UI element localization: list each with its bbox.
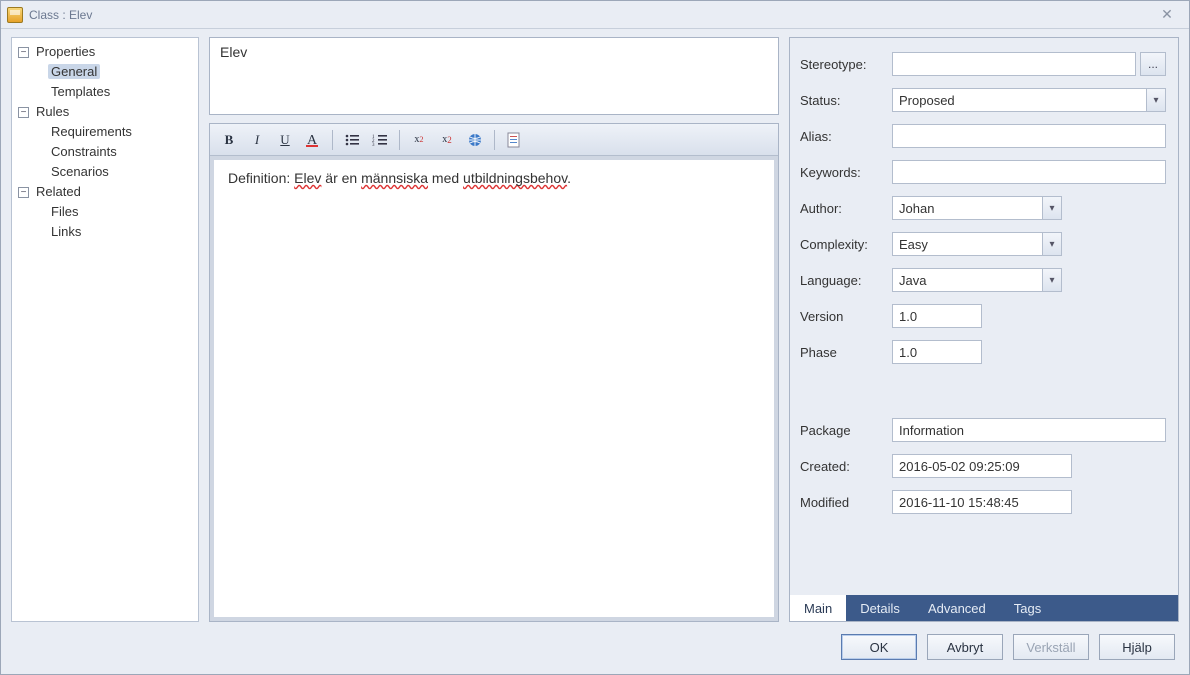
package-label: Package [800, 423, 886, 438]
nav-tree[interactable]: −Properties General Templates −Rules Req… [11, 37, 199, 622]
editor-textarea[interactable]: Definition: Elev är en männsiska med utb… [213, 159, 775, 618]
svg-text:3: 3 [372, 143, 375, 147]
bullet-list-button[interactable] [339, 128, 365, 152]
tree-node-scenarios[interactable]: Scenarios [32, 162, 196, 182]
tab-tags[interactable]: Tags [1000, 595, 1055, 621]
tree-label: Related [33, 184, 84, 199]
keywords-label: Keywords: [800, 165, 886, 180]
chevron-down-icon: ▾ [1146, 88, 1166, 112]
close-button[interactable]: ✕ [1151, 5, 1183, 25]
hyperlink-button[interactable] [462, 128, 488, 152]
new-doc-button[interactable] [501, 128, 527, 152]
tree-node-requirements[interactable]: Requirements [32, 122, 196, 142]
dialog-window: Class : Elev ✕ −Properties General Templ… [0, 0, 1190, 675]
tree-label: Properties [33, 44, 98, 59]
toolbar-separator [494, 130, 495, 150]
tab-main[interactable]: Main [790, 595, 846, 621]
complexity-combo[interactable]: Easy ▾ [892, 232, 1062, 256]
italic-button[interactable]: I [244, 128, 270, 152]
name-value: Elev [220, 44, 247, 60]
modified-field: 2016-11-10 15:48:45 [892, 490, 1072, 514]
window-title: Class : Elev [29, 8, 92, 22]
subscript-button[interactable]: x2 [434, 128, 460, 152]
version-input[interactable]: 1.0 [892, 304, 982, 328]
modified-label: Modified [800, 495, 886, 510]
tree-node-templates[interactable]: Templates [32, 82, 196, 102]
tree-label: Constraints [48, 144, 120, 159]
alias-label: Alias: [800, 129, 886, 144]
font-color-button[interactable]: A [300, 128, 326, 152]
tree-node-links[interactable]: Links [32, 222, 196, 242]
tree-node-general[interactable]: General [32, 62, 196, 82]
package-field: Information [892, 418, 1166, 442]
chevron-down-icon: ▾ [1042, 196, 1062, 220]
tree-node-files[interactable]: Files [32, 202, 196, 222]
properties-form: Stereotype: ... Status: Proposed ▾ Alias… [790, 38, 1178, 595]
underline-button[interactable]: U [272, 128, 298, 152]
notes-editor: B I U A 123 x2 x2 [209, 123, 779, 622]
complexity-label: Complexity: [800, 237, 886, 252]
created-field: 2016-05-02 09:25:09 [892, 454, 1072, 478]
tree-label: Rules [33, 104, 72, 119]
tree-label: Scenarios [48, 164, 112, 179]
editor-text: Definition: Elev är en männsiska med utb… [228, 170, 571, 186]
help-button[interactable]: Hjälp [1099, 634, 1175, 660]
name-input[interactable]: Elev [209, 37, 779, 115]
keywords-input[interactable] [892, 160, 1166, 184]
tab-details[interactable]: Details [846, 595, 914, 621]
collapse-icon[interactable]: − [18, 107, 29, 118]
app-icon [7, 7, 23, 23]
editor-toolbar: B I U A 123 x2 x2 [210, 124, 778, 156]
tree-node-constraints[interactable]: Constraints [32, 142, 196, 162]
status-label: Status: [800, 93, 886, 108]
dialog-buttons: OK Avbryt Verkställ Hjälp [1, 628, 1189, 674]
close-icon: ✕ [1161, 6, 1173, 23]
phase-input[interactable]: 1.0 [892, 340, 982, 364]
titlebar: Class : Elev ✕ [1, 1, 1189, 29]
apply-button[interactable]: Verkställ [1013, 634, 1089, 660]
tree-label: Requirements [48, 124, 135, 139]
tree-node-related[interactable]: −Related Files Links [18, 182, 196, 242]
number-list-button[interactable]: 123 [367, 128, 393, 152]
toolbar-separator [332, 130, 333, 150]
collapse-icon[interactable]: − [18, 187, 29, 198]
tab-advanced[interactable]: Advanced [914, 595, 1000, 621]
superscript-button[interactable]: x2 [406, 128, 432, 152]
tree-node-properties[interactable]: −Properties General Templates [18, 42, 196, 102]
tree-node-rules[interactable]: −Rules Requirements Constraints Scenario… [18, 102, 196, 182]
created-label: Created: [800, 459, 886, 474]
properties-panel: Stereotype: ... Status: Proposed ▾ Alias… [789, 37, 1179, 622]
version-label: Version [800, 309, 886, 324]
center-column: Elev B I U A 123 [209, 37, 779, 622]
toolbar-separator [399, 130, 400, 150]
status-combo[interactable]: Proposed ▾ [892, 88, 1166, 112]
property-tabs: Main Details Advanced Tags [790, 595, 1178, 621]
stereotype-label: Stereotype: [800, 57, 886, 72]
stereotype-input[interactable] [892, 52, 1136, 76]
language-label: Language: [800, 273, 886, 288]
stereotype-browse-button[interactable]: ... [1140, 52, 1166, 76]
ellipsis-icon: ... [1148, 57, 1158, 71]
tree-label: Templates [48, 84, 113, 99]
chevron-down-icon: ▾ [1042, 268, 1062, 292]
tree-label: General [48, 64, 100, 79]
right-column: Stereotype: ... Status: Proposed ▾ Alias… [789, 37, 1179, 622]
ok-button[interactable]: OK [841, 634, 917, 660]
tree-label: Links [48, 224, 84, 239]
phase-label: Phase [800, 345, 886, 360]
collapse-icon[interactable]: − [18, 47, 29, 58]
alias-input[interactable] [892, 124, 1166, 148]
dialog-body: −Properties General Templates −Rules Req… [1, 29, 1189, 628]
author-combo[interactable]: Johan ▾ [892, 196, 1062, 220]
tree-label: Files [48, 204, 81, 219]
cancel-button[interactable]: Avbryt [927, 634, 1003, 660]
chevron-down-icon: ▾ [1042, 232, 1062, 256]
language-combo[interactable]: Java ▾ [892, 268, 1062, 292]
bold-button[interactable]: B [216, 128, 242, 152]
author-label: Author: [800, 201, 886, 216]
